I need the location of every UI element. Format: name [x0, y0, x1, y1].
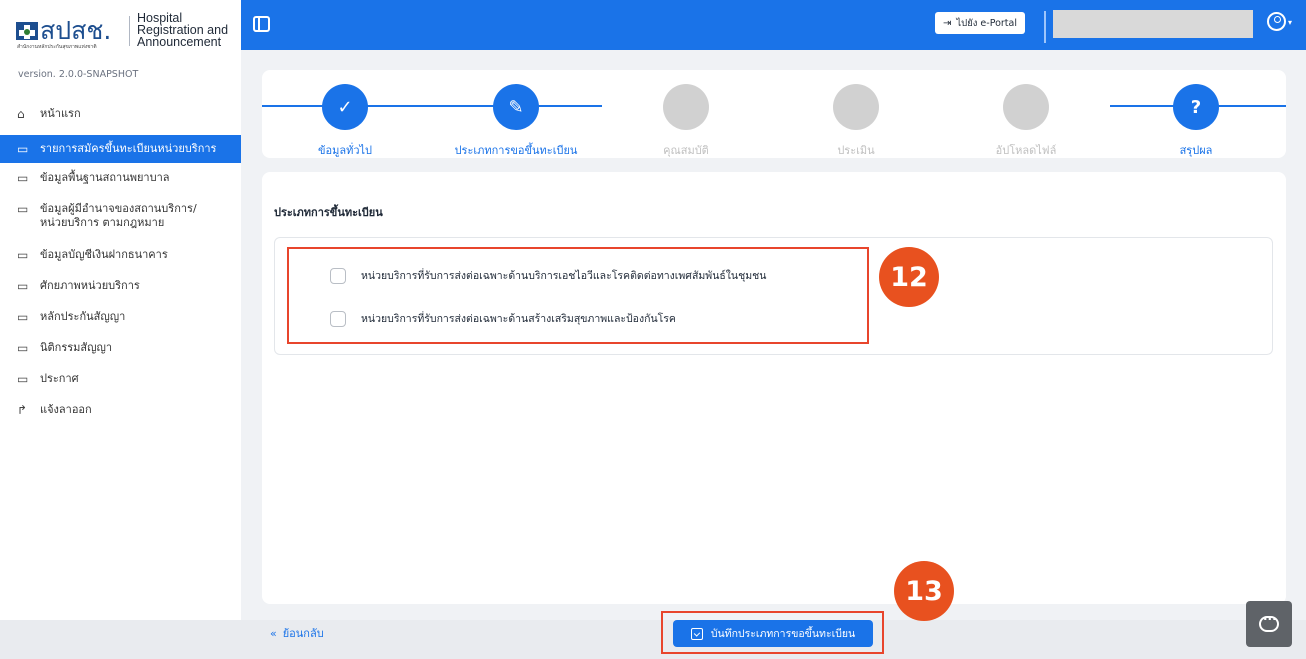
eportal-button[interactable]: ⇥ ไปยัง e-Portal: [935, 12, 1025, 34]
logo-english-text: Hospital Registration and Announcement: [137, 11, 229, 49]
step-3-label: คุณสมบัติ: [663, 144, 709, 157]
list-icon: ▭: [17, 279, 29, 293]
step-4-circle[interactable]: [833, 84, 879, 130]
sidebar-item-registration-list[interactable]: ▭ รายการสมัครขึ้นทะเบียนหน่วยบริการ: [0, 135, 241, 163]
step-1-label: ข้อมูลทั่วไป: [317, 144, 373, 157]
sidebar-item-label: ข้อมูลบัญชีเงินฝากธนาคาร: [40, 248, 168, 261]
double-chevron-left-icon: «: [270, 626, 277, 640]
sidebar-item-home[interactable]: ⌂ หน้าแรก: [0, 107, 241, 138]
sidebar-item-label: ศักยภาพหน่วยบริการ: [40, 279, 140, 292]
step-2-circle[interactable]: ✎: [493, 84, 539, 130]
sidebar-item-contract-guarantee[interactable]: ▭ หลักประกันสัญญา: [0, 310, 241, 341]
sidebar-item-authority-info[interactable]: ▭ ข้อมูลผู้มีอำนาจของสถานบริการ/ หน่วยบร…: [0, 202, 241, 248]
step-5-label: อัปโหลดไฟล์: [995, 144, 1057, 157]
footer-bar: [0, 620, 1306, 659]
list-icon: ▭: [17, 341, 29, 355]
step-6-label: สรุปผล: [1179, 144, 1213, 157]
logo-divider: [129, 16, 130, 46]
top-header: ⇥ ไปยัง e-Portal ▾: [241, 0, 1306, 50]
step-5-circle[interactable]: [1003, 84, 1049, 130]
list-icon: ▭: [17, 202, 29, 216]
sidebar-item-label: นิติกรรมสัญญา: [40, 341, 113, 354]
version-label: version. 2.0.0-SNAPSHOT: [18, 69, 139, 80]
eportal-label: ไปยัง e-Portal: [956, 17, 1017, 29]
sidebar-item-bank-account[interactable]: ▭ ข้อมูลบัญชีเงินฝากธนาคาร: [0, 248, 241, 279]
login-arrow-icon: ⇥: [943, 17, 952, 29]
sidebar-item-resign[interactable]: ↱ แจ้งลาออก: [0, 403, 241, 434]
logo-thai-subtext: สำนักงานหลักประกันสุขภาพแห่งชาติ: [17, 44, 97, 50]
step-3-circle[interactable]: [663, 84, 709, 130]
sidebar-item-label: ข้อมูลผู้มีอำนาจของสถานบริการ/ หน่วยบริก…: [40, 202, 197, 229]
step-connector: [262, 105, 602, 107]
user-account-icon[interactable]: [1267, 12, 1286, 31]
sidebar-item-label: หน้าแรก: [40, 107, 81, 120]
list-icon: ▭: [17, 310, 29, 324]
header-divider: [1044, 11, 1046, 43]
step-6-circle[interactable]: ?: [1173, 84, 1219, 130]
sidebar-item-label: ข้อมูลพื้นฐานสถานพยาบาล: [40, 171, 170, 184]
back-button[interactable]: « ย้อนกลับ: [270, 624, 324, 642]
sidebar-item-contract[interactable]: ▭ นิติกรรมสัญญา: [0, 341, 241, 372]
sidebar-item-hospital-info[interactable]: ▭ ข้อมูลพื้นฐานสถานพยาบาล: [0, 171, 241, 202]
sidebar-item-label: รายการสมัครขึ้นทะเบียนหน่วยบริการ: [40, 142, 217, 155]
share-icon: ↱: [17, 403, 28, 417]
edit-icon: ✎: [508, 96, 524, 118]
sidebar: สปสช. สำนักงานหลักประกันสุขภาพแห่งชาติ H…: [0, 0, 241, 659]
registration-stepper: ✓ ข้อมูลทั่วไป ✎ ประเภทการขอขึ้นทะเบียน …: [262, 70, 1286, 158]
list-icon: ▭: [17, 372, 29, 386]
chevron-down-icon[interactable]: ▾: [1288, 18, 1292, 27]
sidebar-item-capacity[interactable]: ▭ ศักยภาพหน่วยบริการ: [0, 279, 241, 310]
annotation-frame-13: [661, 611, 884, 654]
step-2-label: ประเภทการขอขึ้นทะเบียน: [454, 144, 578, 157]
sidebar-item-label: ประกาศ: [40, 372, 79, 385]
sidebar-toggle-icon[interactable]: [253, 16, 270, 32]
chat-button[interactable]: [1246, 601, 1292, 647]
annotation-badge-12: 12: [879, 247, 939, 307]
list-icon: ▭: [17, 171, 29, 185]
sidebar-item-label: หลักประกันสัญญา: [40, 310, 126, 323]
nhso-logo[interactable]: สปสช. สำนักงานหลักประกันสุขภาพแห่งชาติ H…: [14, 12, 234, 52]
logo-mark-icon: [16, 22, 38, 40]
checkmark-icon: ✓: [337, 96, 353, 118]
list-icon: ▭: [17, 248, 29, 262]
back-label: ย้อนกลับ: [282, 627, 324, 640]
question-icon: ?: [1190, 96, 1202, 118]
annotation-frame-12: [287, 247, 869, 344]
list-icon: ▭: [17, 142, 29, 156]
home-icon: ⌂: [17, 107, 25, 121]
registration-type-card: ประเภทการขึ้นทะเบียน หน่วยบริการที่รับกา…: [262, 172, 1286, 604]
step-1-circle[interactable]: ✓: [322, 84, 368, 130]
step-4-label: ประเมิน: [837, 144, 875, 157]
annotation-badge-13: 13: [894, 561, 954, 621]
sidebar-menu: ⌂ หน้าแรก ▭ รายการสมัครขึ้นทะเบียนหน่วยบ…: [0, 104, 241, 434]
chat-bubble-icon: [1259, 612, 1279, 632]
sidebar-item-announcement[interactable]: ▭ ประกาศ: [0, 372, 241, 403]
sidebar-item-label: แจ้งลาออก: [40, 403, 92, 416]
section-title: ประเภทการขึ้นทะเบียน: [274, 206, 383, 219]
user-name-redacted: [1053, 10, 1253, 38]
